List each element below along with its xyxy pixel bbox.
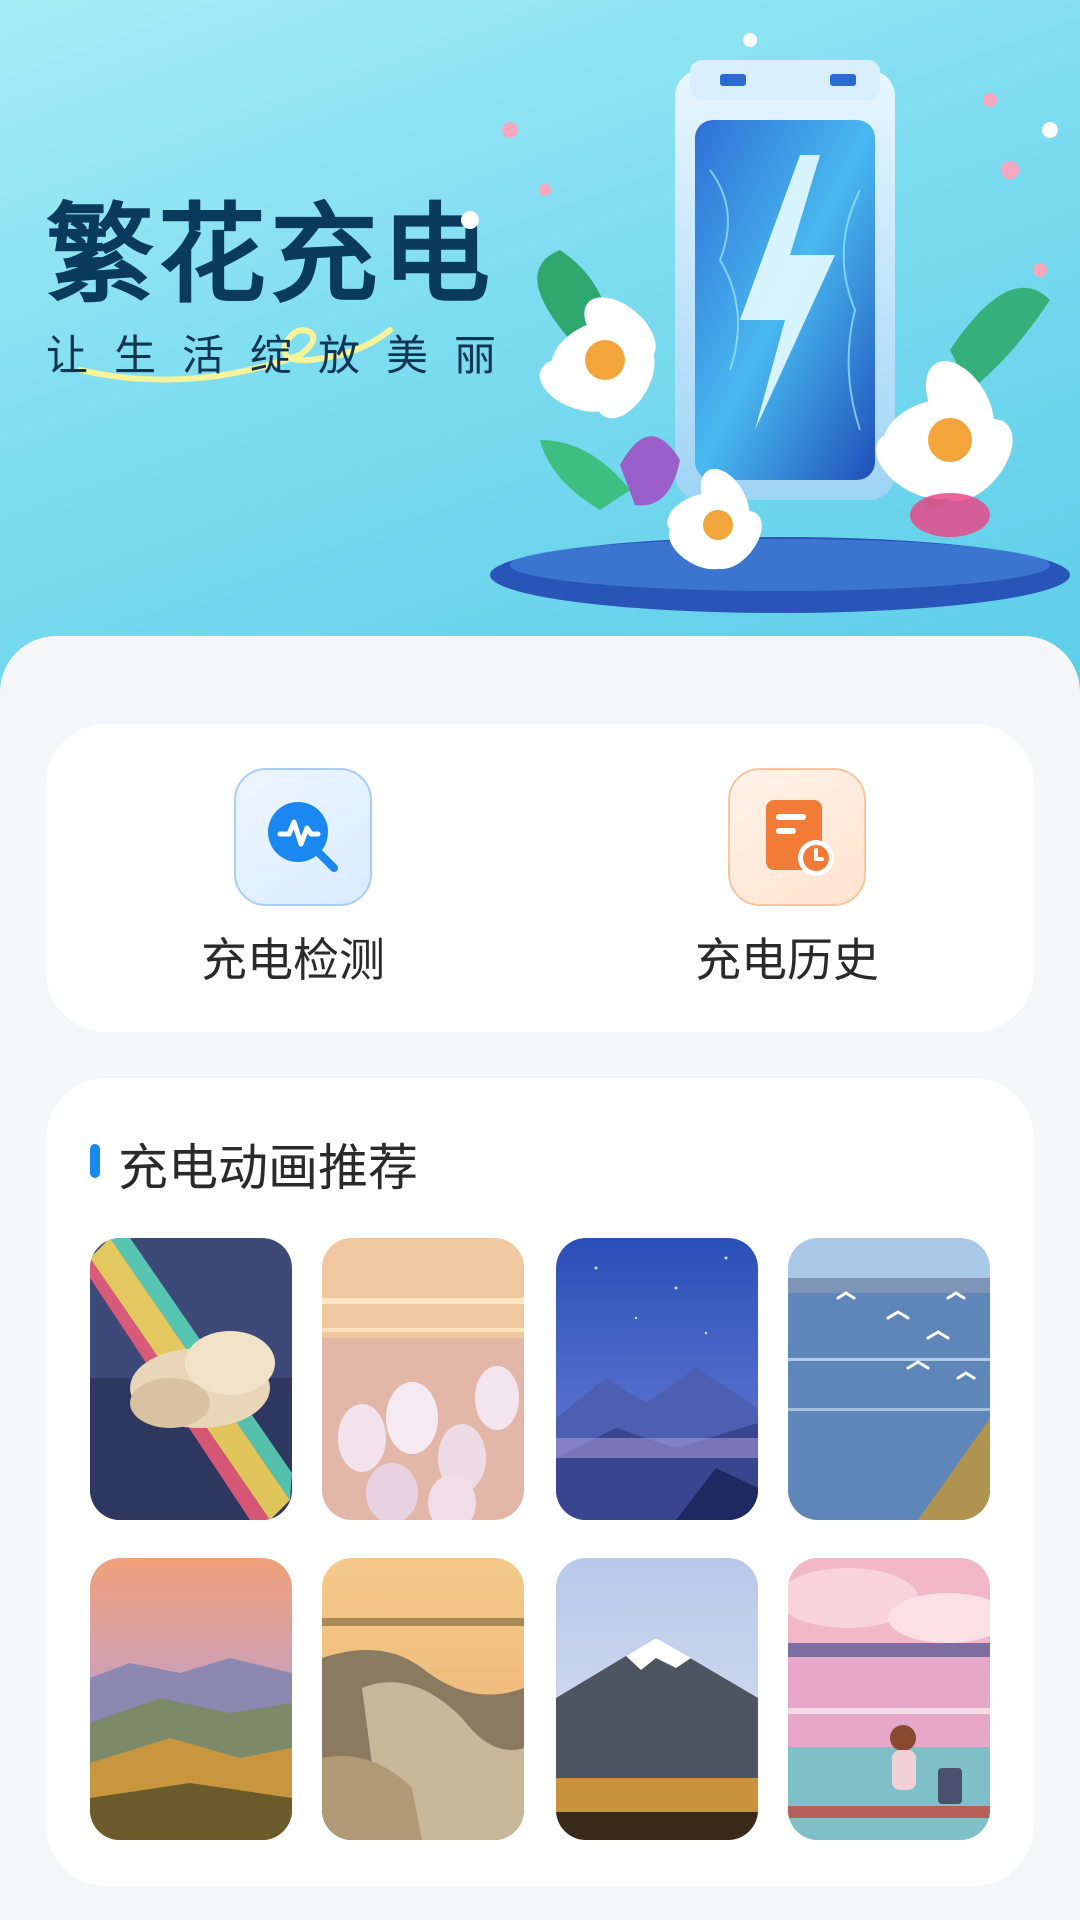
animation-thumbnail[interactable] [788,1238,990,1520]
animation-recommend-card: 充电动画推荐 [46,1078,1034,1886]
snow-mountain-image [556,1558,758,1840]
charging-detection-label: 充电检测 [201,933,385,987]
animation-thumbnail[interactable] [322,1558,524,1840]
animation-thumbnail[interactable] [556,1558,758,1840]
magnifier-pulse-icon [234,768,372,906]
section-title: 充电动画推荐 [118,1139,418,1197]
girl-pink-sea-image [788,1558,990,1840]
glass-tulips-image [322,1238,524,1520]
section-marker [90,1144,100,1178]
animation-thumbnail[interactable] [90,1238,292,1520]
seagulls-lake-image [788,1238,990,1520]
charging-history-button[interactable]: 充电历史 [540,724,1034,1032]
animation-thumbnail[interactable] [556,1238,758,1520]
quick-actions-card: 充电检测 充电历史 [46,724,1034,1032]
animation-thumbnail[interactable] [788,1558,990,1840]
golden-wave-image [322,1558,524,1840]
document-clock-icon [728,768,866,906]
hero-banner: 繁花充电 让生活绽放美丽 [0,0,1080,700]
rainbow-cloud-image [90,1238,292,1520]
hero-title: 繁花充电 [46,193,495,318]
starry-mountains-image [556,1238,758,1520]
animation-thumbnail[interactable] [90,1558,292,1840]
sunset-hills-image [90,1558,292,1840]
battery-flowers-illustration [461,33,1070,613]
charging-history-label: 充电历史 [695,933,879,987]
animation-thumbnail[interactable] [322,1238,524,1520]
charging-detection-button[interactable]: 充电检测 [46,724,540,1032]
